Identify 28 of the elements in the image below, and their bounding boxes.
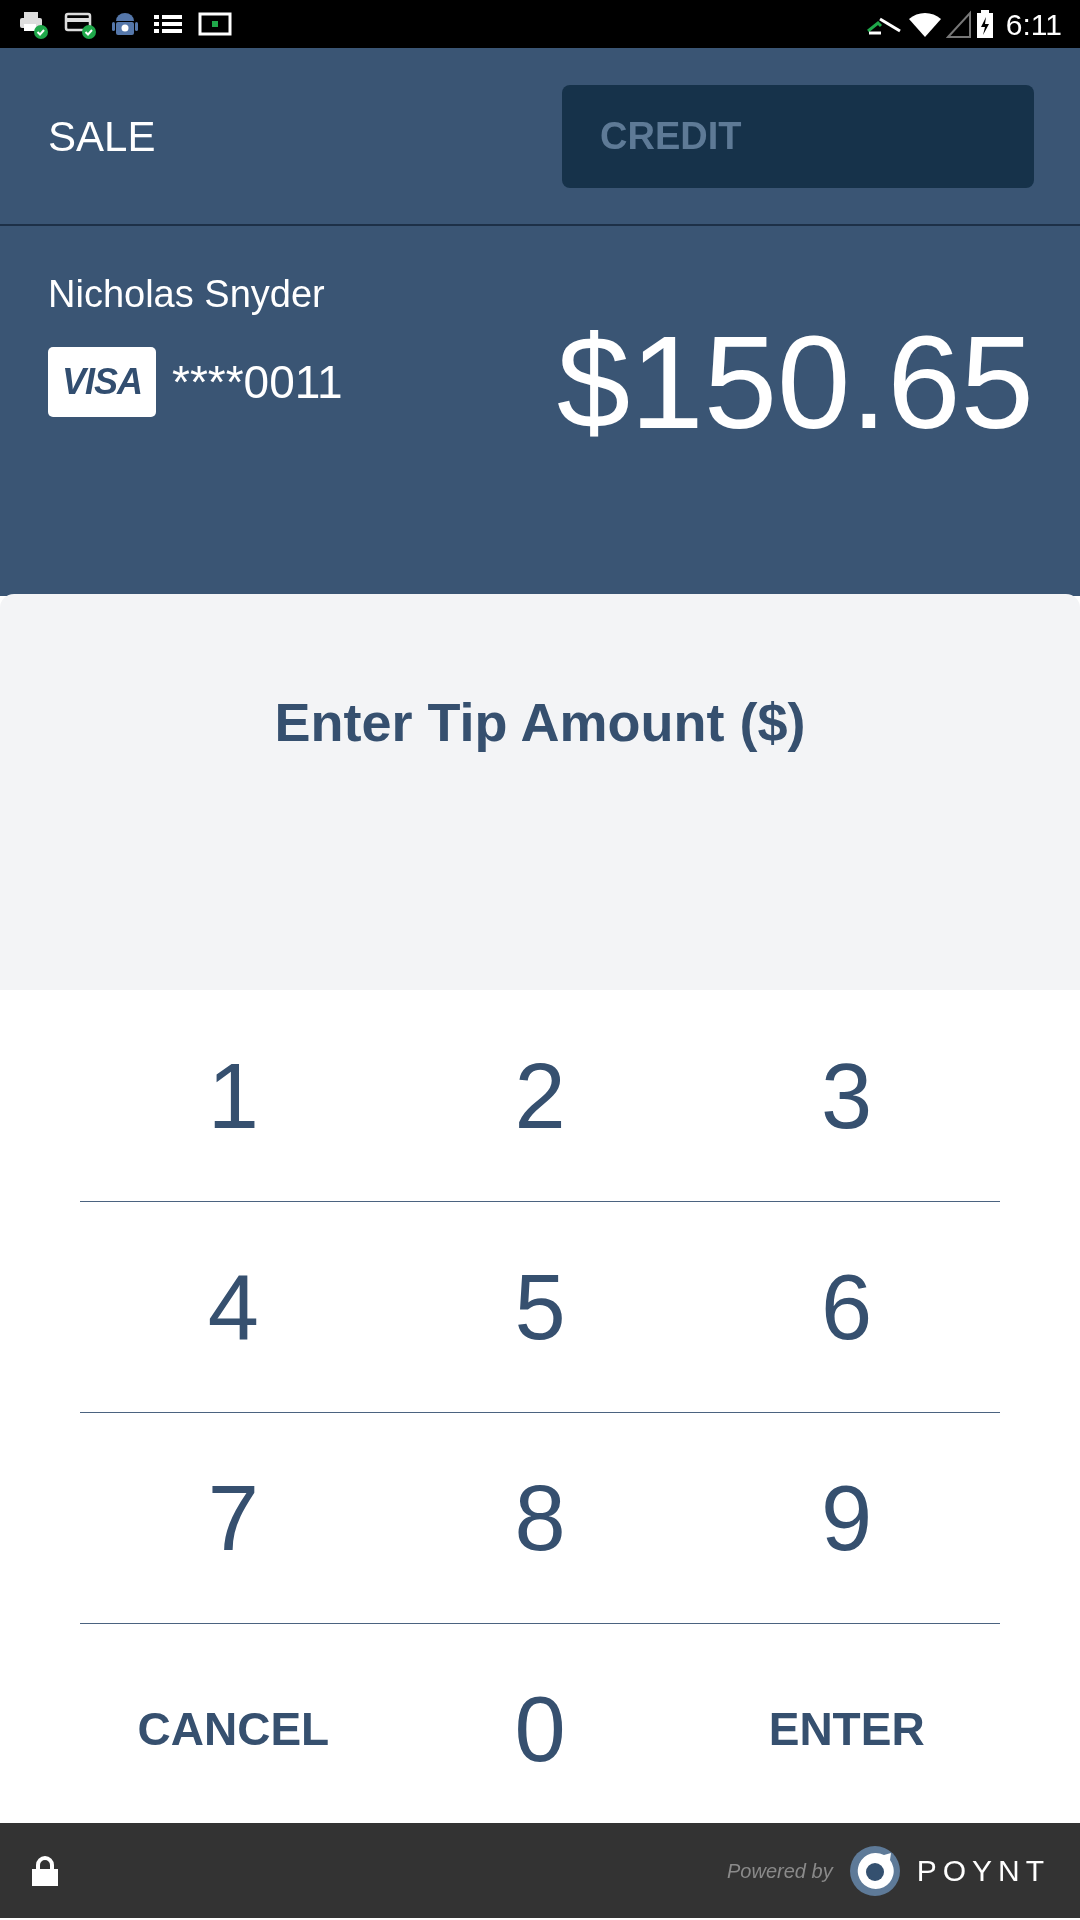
digit-key[interactable]: 3 — [693, 1026, 1000, 1165]
digit-key[interactable]: 8 — [386, 1449, 694, 1587]
digit-key[interactable]: 4 — [80, 1238, 387, 1376]
digit-key[interactable]: 9 — [693, 1449, 1000, 1587]
sale-amount: $150.65 — [556, 317, 1034, 449]
printer-icon — [18, 9, 48, 39]
cardholder-name: Nicholas Snyder — [48, 272, 326, 317]
card-number: ****0011 — [172, 354, 343, 410]
screen-title: SALE — [48, 111, 156, 162]
signal-icon — [945, 10, 972, 38]
powered-by-text: Powered by — [727, 1858, 833, 1884]
digit-key[interactable]: 7 — [80, 1449, 387, 1587]
prompt-title: Enter Tip Amount ($) — [274, 692, 806, 752]
digit-key[interactable]: 6 — [693, 1238, 1000, 1376]
screen-icon — [198, 11, 232, 37]
brand-logo-icon — [848, 1844, 901, 1897]
brand-name: POYNT — [916, 1853, 1050, 1889]
digit-key[interactable]: 1 — [80, 1026, 387, 1165]
action-key[interactable]: ENTER — [693, 1694, 1000, 1764]
digit-key[interactable]: 5 — [386, 1238, 694, 1376]
lock-icon — [32, 1855, 58, 1886]
digit-key[interactable]: 2 — [386, 1026, 694, 1165]
battery-icon — [975, 9, 994, 39]
action-key[interactable]: CANCEL — [80, 1694, 387, 1764]
wifi-icon — [907, 10, 942, 38]
card-brand-logo: VISA — [48, 347, 156, 417]
digit-key[interactable]: 0 — [386, 1660, 694, 1798]
status-time: 6:11 — [1005, 6, 1062, 43]
